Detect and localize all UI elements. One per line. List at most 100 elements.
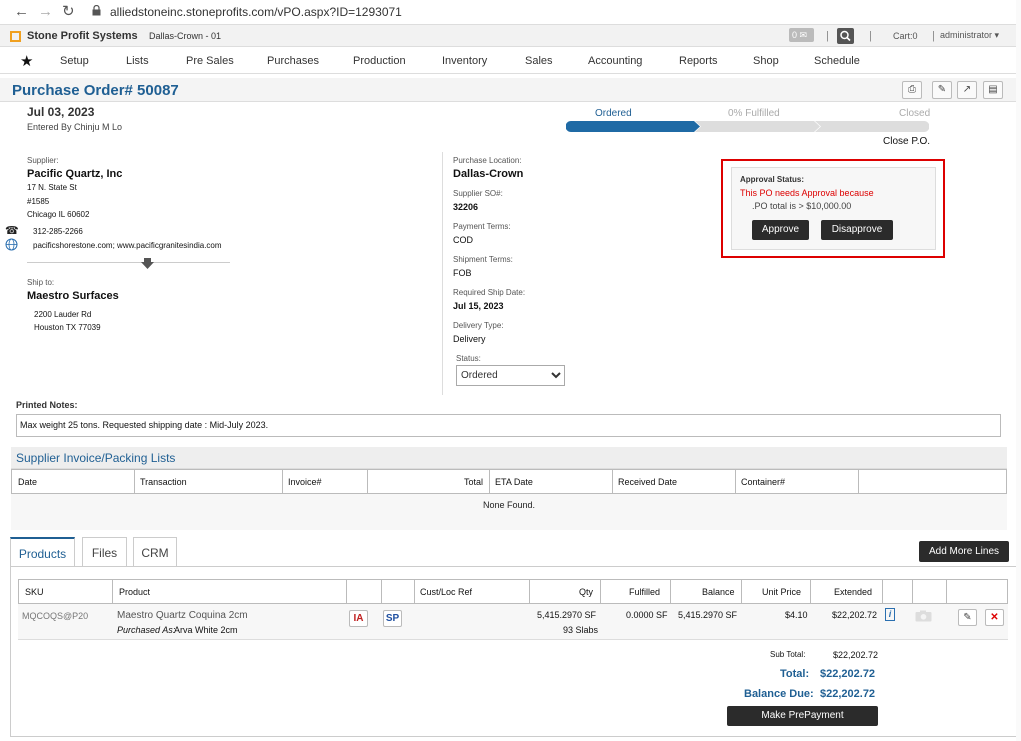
globe-icon — [5, 238, 18, 251]
col-extended[interactable]: Extended — [834, 587, 872, 597]
section-title[interactable]: Supplier Invoice/Packing Lists — [16, 451, 175, 465]
col-total[interactable]: Total — [464, 477, 483, 487]
row-edit-icon[interactable]: ✎ — [958, 609, 977, 626]
supplier-label: Supplier: — [27, 156, 59, 165]
divider — [27, 262, 230, 263]
approval-warning: This PO needs Approval because — [740, 188, 874, 198]
back-icon[interactable]: ← — [14, 3, 29, 21]
search-button[interactable] — [837, 28, 854, 44]
favorites-star-icon[interactable]: ★ — [20, 52, 33, 70]
col-fulfilled[interactable]: Fulfilled — [629, 587, 660, 597]
col-divider — [112, 580, 113, 604]
user-menu[interactable]: administrator ▾ — [940, 30, 999, 41]
chart-icon[interactable]: ▤ — [983, 81, 1003, 99]
row-fulfilled: 0.0000 SF — [626, 610, 668, 620]
close-po-link[interactable]: Close P.O. — [883, 136, 930, 147]
shipment-terms: FOB — [453, 268, 472, 278]
menu-production[interactable]: Production — [353, 55, 406, 67]
arrow-down-icon[interactable] — [141, 258, 154, 269]
tab-products[interactable]: Products — [10, 537, 75, 567]
step-closed: Closed — [899, 108, 931, 119]
row-product[interactable]: Maestro Quartz Coquina 2cm — [117, 610, 248, 621]
col-product[interactable]: Product — [119, 587, 150, 597]
col-divider — [810, 580, 811, 604]
menu-purchases[interactable]: Purchases — [267, 55, 319, 67]
info-icon[interactable]: i — [885, 608, 895, 621]
col-cust-loc-ref[interactable]: Cust/Loc Ref — [420, 587, 472, 597]
make-prepayment-button[interactable]: Make PrePayment — [727, 706, 878, 726]
user-name: administrator — [940, 30, 993, 40]
menu-lists[interactable]: Lists — [126, 55, 149, 67]
forward-icon[interactable]: → — [38, 3, 53, 21]
approve-button[interactable]: Approve — [752, 220, 809, 240]
row-sku: MQCOQS@P20 — [22, 611, 89, 621]
menu-reports[interactable]: Reports — [679, 55, 718, 67]
supplier-so-label: Supplier SO#: — [453, 189, 503, 198]
page-title: Purchase Order# 50087 — [12, 82, 179, 99]
brand-name[interactable]: Stone Profit Systems — [27, 30, 138, 42]
col-divider — [735, 470, 736, 494]
add-more-lines-button[interactable]: Add More Lines — [919, 541, 1009, 562]
col-eta-date[interactable]: ETA Date — [495, 477, 533, 487]
step-ordered: Ordered — [595, 108, 632, 119]
address-bar[interactable]: alliedstoneinc.stoneprofits.com/vPO.aspx… — [110, 5, 402, 19]
tab-files[interactable]: Files — [82, 537, 127, 567]
col-transaction[interactable]: Transaction — [140, 477, 187, 487]
col-invoice[interactable]: Invoice# — [288, 477, 322, 487]
print-icon[interactable]: ⎙ — [902, 81, 922, 99]
col-divider — [381, 580, 382, 604]
reload-icon[interactable]: ↻ — [62, 3, 75, 21]
disapprove-button[interactable]: Disapprove — [821, 220, 893, 240]
printed-notes-field[interactable]: Max weight 25 tons. Requested shipping d… — [16, 414, 1001, 437]
menu-shop[interactable]: Shop — [753, 55, 779, 67]
supplier-website[interactable]: pacificshorestone.com; www.pacificgranit… — [33, 241, 222, 250]
invoice-table-header: Date Transaction Invoice# Total ETA Date… — [11, 469, 1007, 494]
col-container[interactable]: Container# — [741, 477, 785, 487]
approval-status-label: Approval Status: — [740, 175, 805, 184]
col-sku[interactable]: SKU — [25, 587, 44, 597]
col-divider — [134, 470, 135, 494]
col-balance[interactable]: Balance — [702, 587, 735, 597]
tab-crm[interactable]: CRM — [133, 537, 177, 567]
status-label: Status: — [456, 354, 481, 363]
row-qty-slabs: 93 Slabs — [563, 625, 599, 635]
column-divider — [442, 152, 443, 395]
cart-link[interactable]: Cart:0 — [893, 31, 918, 41]
menu-schedule[interactable]: Schedule — [814, 55, 860, 67]
menu-sales[interactable]: Sales — [525, 55, 553, 67]
col-unit-price[interactable]: Unit Price — [762, 587, 801, 597]
menu-pre-sales[interactable]: Pre Sales — [186, 55, 234, 67]
ia-badge[interactable]: IA — [349, 610, 368, 627]
supplier-name[interactable]: Pacific Quartz, Inc — [27, 168, 122, 180]
col-divider — [612, 470, 613, 494]
col-divider — [912, 580, 913, 604]
menu-inventory[interactable]: Inventory — [442, 55, 487, 67]
col-divider — [882, 580, 883, 604]
supplier-addr3: Chicago IL 60602 — [27, 210, 90, 219]
col-received-date[interactable]: Received Date — [618, 477, 677, 487]
ship-to-addr1: 2200 Lauder Rd — [34, 310, 92, 319]
row-purchased-as-label: Purchased As: — [117, 625, 176, 635]
po-date: Jul 03, 2023 — [27, 105, 95, 119]
col-divider — [367, 470, 368, 494]
camera-icon[interactable] — [915, 610, 932, 622]
separator: | — [869, 30, 872, 42]
separator: | — [932, 30, 935, 42]
edit-icon[interactable]: ✎ — [932, 81, 952, 99]
menu-accounting[interactable]: Accounting — [588, 55, 642, 67]
mail-badge[interactable]: 0 ✉ — [789, 28, 814, 42]
col-qty[interactable]: Qty — [579, 587, 593, 597]
col-divider — [414, 580, 415, 604]
lock-icon — [92, 5, 101, 16]
col-date[interactable]: Date — [18, 477, 37, 487]
row-delete-icon[interactable]: ✕ — [985, 609, 1004, 626]
sp-badge[interactable]: SP — [383, 610, 402, 627]
app-header: Stone Profit Systems Dallas-Crown - 01 0… — [0, 25, 1021, 47]
page-scrollbar[interactable] — [1016, 0, 1021, 741]
invoice-empty-state: None Found. — [11, 494, 1007, 530]
share-icon[interactable]: ↗ — [957, 81, 977, 99]
menu-setup[interactable]: Setup — [60, 55, 89, 67]
location-selector[interactable]: Dallas-Crown - 01 — [149, 31, 221, 41]
status-select[interactable]: Ordered — [456, 365, 565, 386]
entered-by: Entered By Chinju M Lo — [27, 122, 123, 132]
